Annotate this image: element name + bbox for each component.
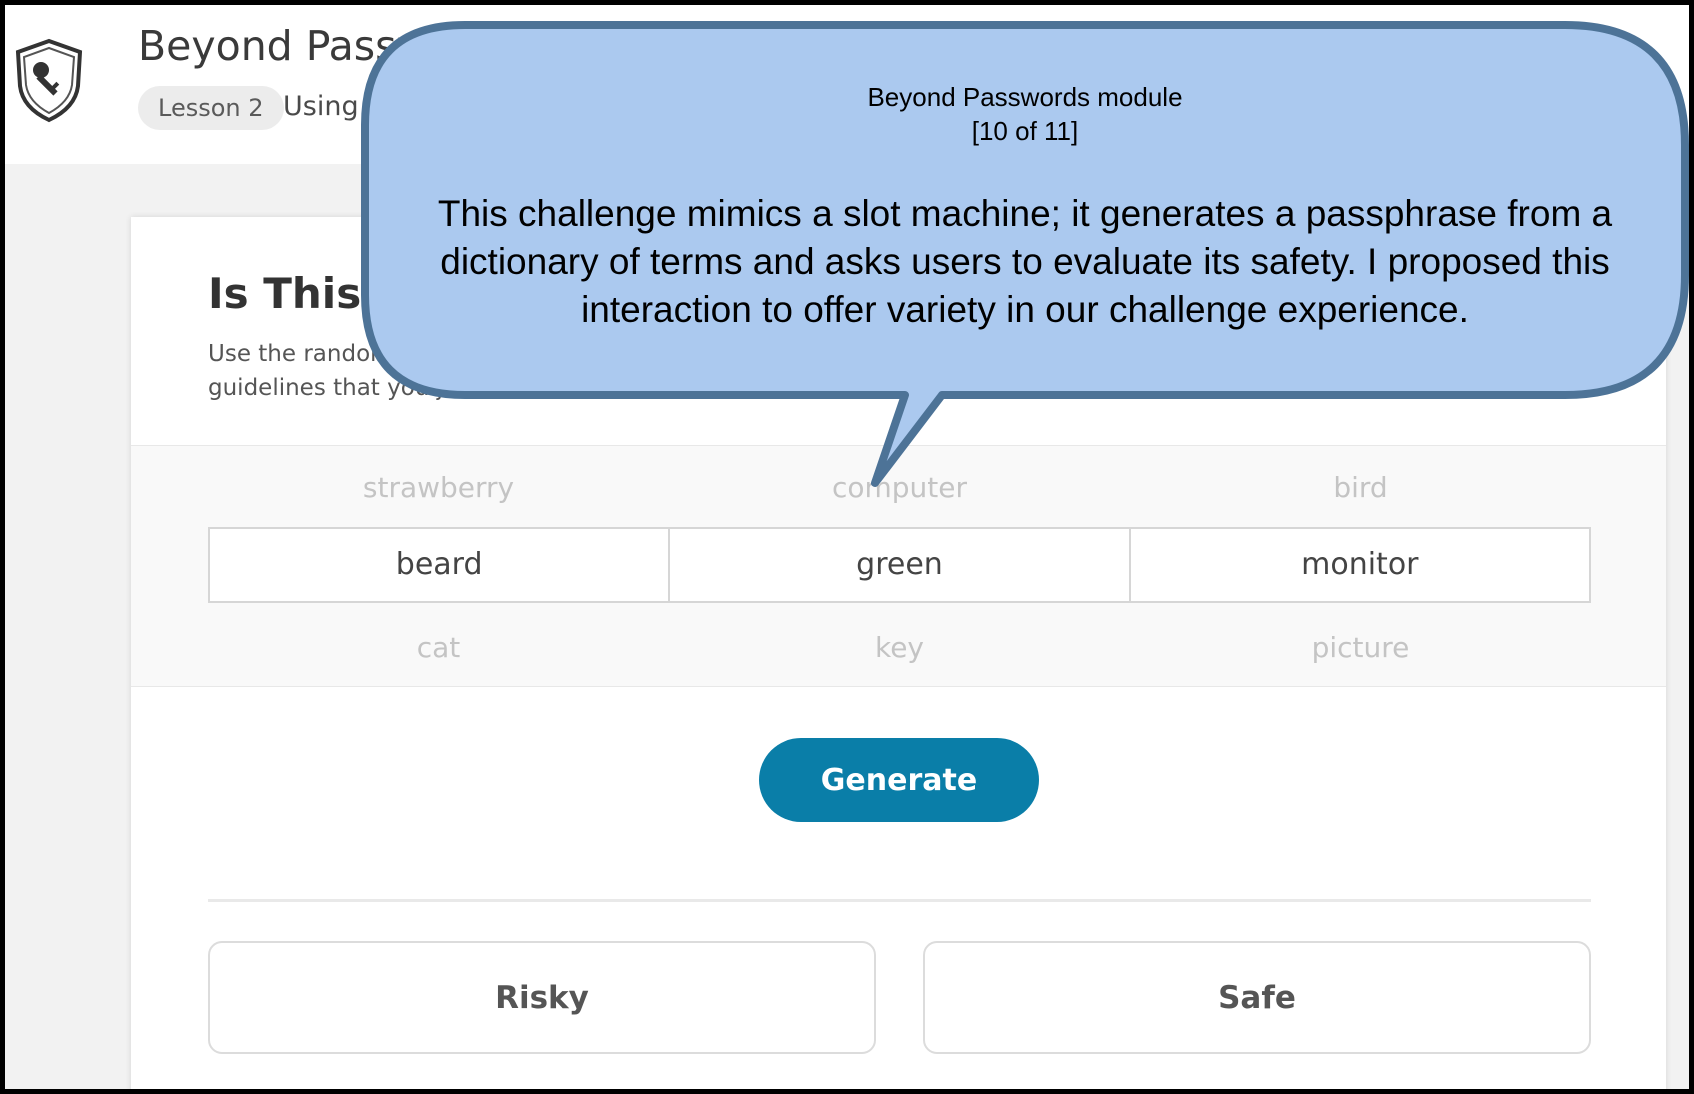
callout-body: This challenge mimics a slot machine; it… (437, 193, 1613, 330)
callout-module: Beyond Passwords module (867, 82, 1183, 112)
screenshot-frame: Beyond Passw Lesson 2 Using P Is This P … (0, 0, 1694, 1094)
callout-progress: [10 of 11] (971, 116, 1079, 146)
annotation-callout-text: Beyond Passwords module [10 of 11] This … (385, 80, 1665, 334)
